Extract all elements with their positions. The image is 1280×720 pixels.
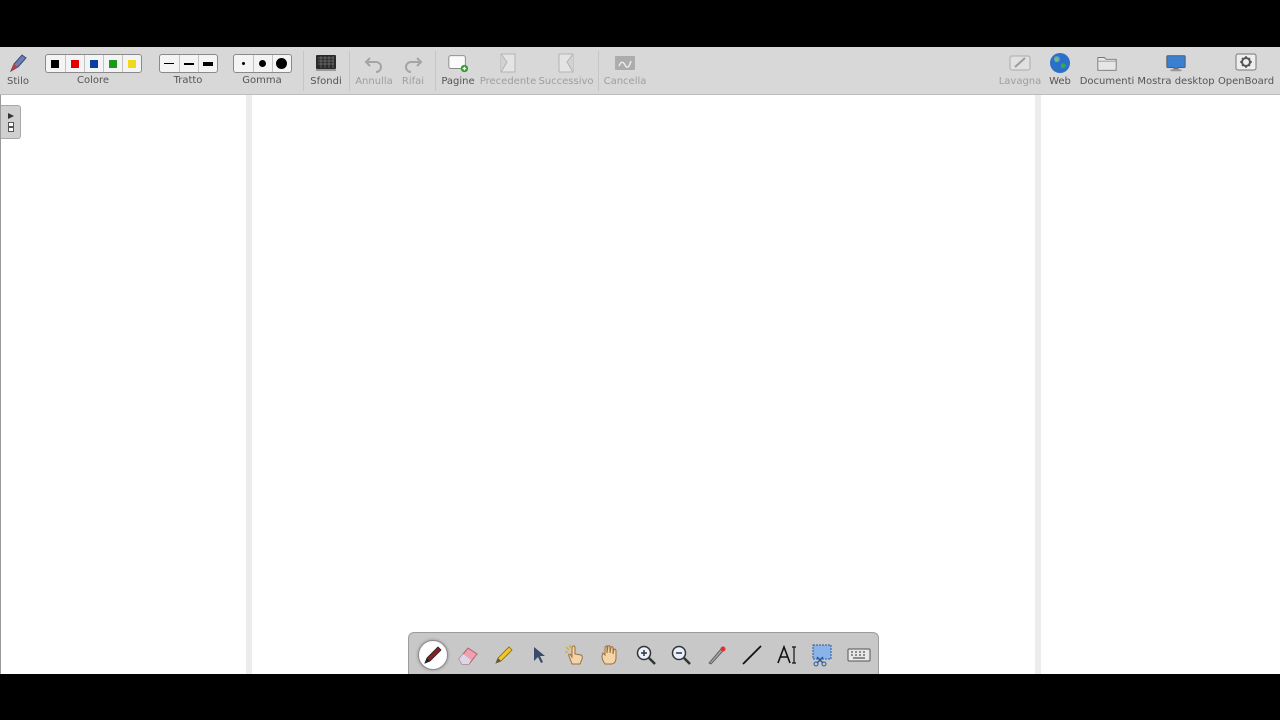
previous-page-icon [497, 52, 519, 74]
clear-page-icon [614, 52, 636, 74]
hand-icon [601, 644, 617, 664]
stylus-button[interactable]: Stilo [2, 47, 34, 94]
eraser-group: Gomma [231, 47, 293, 94]
eraser-small-button[interactable] [234, 55, 253, 72]
stroke-selector [158, 54, 218, 73]
documents-mode-button[interactable]: Documenti [1079, 47, 1135, 94]
expand-panel-handle[interactable] [1, 105, 21, 139]
eraser-medium-button[interactable] [252, 55, 272, 72]
marker-tool-button[interactable] [486, 637, 522, 673]
undo-icon [363, 52, 385, 74]
stroke-group: Tratto [157, 47, 219, 94]
color-selector [44, 54, 142, 73]
toolbar-separator [435, 51, 436, 91]
zoom-in-icon [636, 645, 656, 665]
chevron-right-icon [7, 112, 14, 119]
previous-page-button[interactable]: Precedente [478, 47, 538, 94]
pages-icon [7, 121, 14, 132]
backgrounds-icon [315, 52, 337, 74]
folder-icon [1096, 52, 1118, 74]
stroke-medium-button[interactable] [178, 55, 198, 72]
undo-button[interactable]: Annulla [354, 47, 394, 94]
clear-button[interactable]: Cancella [603, 47, 647, 94]
pen-tool-button[interactable] [415, 637, 451, 673]
line-tool-button[interactable] [735, 637, 771, 673]
line-icon [742, 644, 762, 665]
color-black-button[interactable] [46, 55, 65, 72]
stroke-thick-button[interactable] [197, 55, 217, 72]
toolbar-separator [303, 51, 304, 91]
toolbar-separator [349, 51, 350, 91]
show-desktop-button[interactable]: Mostra desktop [1137, 47, 1215, 94]
left-side-panel [0, 95, 246, 674]
laser-pointer-icon [708, 646, 726, 664]
color-red-button[interactable] [64, 55, 84, 72]
interactor-icon [564, 644, 583, 664]
stylus-palette [408, 632, 879, 674]
eraser-tool-button[interactable] [451, 637, 487, 673]
main-toolbar: Stilo Colore Tratto Gomma Sfondi Annulla… [0, 47, 1280, 95]
next-page-button[interactable]: Successivo [538, 47, 594, 94]
web-mode-button[interactable]: Web [1045, 47, 1075, 94]
backgrounds-button[interactable]: Sfondi [308, 47, 344, 94]
capture-icon [812, 644, 832, 666]
openboard-menu-button[interactable]: OpenBoard [1217, 47, 1275, 94]
selector-tool-button[interactable] [522, 637, 558, 673]
board-icon [1009, 52, 1031, 74]
keyboard-icon [847, 648, 871, 661]
zoom-out-tool-button[interactable] [664, 637, 700, 673]
page-edge [1035, 95, 1041, 674]
marker-icon [495, 645, 513, 664]
whiteboard-canvas[interactable] [252, 95, 1035, 674]
color-blue-button[interactable] [83, 55, 103, 72]
text-tool-button[interactable] [770, 637, 806, 673]
pen-icon [424, 645, 442, 664]
color-group: Colore [42, 47, 144, 94]
next-page-icon [555, 52, 577, 74]
pages-button[interactable]: Pagine [440, 47, 476, 94]
zoom-in-tool-button[interactable] [628, 637, 664, 673]
interactor-tool-button[interactable] [557, 637, 593, 673]
stylus-icon [7, 52, 29, 74]
virtual-keyboard-button[interactable] [841, 637, 877, 673]
openboard-window: Stilo Colore Tratto Gomma Sfondi Annulla… [0, 47, 1280, 674]
text-icon [777, 644, 796, 664]
eraser-large-button[interactable] [271, 55, 291, 72]
color-green-button[interactable] [102, 55, 122, 72]
zoom-out-icon [672, 645, 692, 665]
capture-tool-button[interactable] [806, 637, 842, 673]
board-mode-button[interactable]: Lavagna [998, 47, 1042, 94]
eraser-size-selector [232, 54, 292, 73]
color-yellow-button[interactable] [121, 55, 141, 72]
toolbar-separator [598, 51, 599, 91]
selector-icon [534, 646, 546, 663]
redo-button[interactable]: Rifai [396, 47, 430, 94]
laser-pointer-tool-button[interactable] [699, 637, 735, 673]
stroke-thin-button[interactable] [160, 55, 179, 72]
eraser-icon [458, 646, 478, 664]
redo-icon [402, 52, 424, 74]
hand-tool-button[interactable] [593, 637, 629, 673]
desktop-icon [1165, 52, 1187, 74]
add-page-icon [447, 52, 469, 74]
gear-icon [1235, 52, 1257, 74]
globe-icon [1049, 52, 1071, 74]
